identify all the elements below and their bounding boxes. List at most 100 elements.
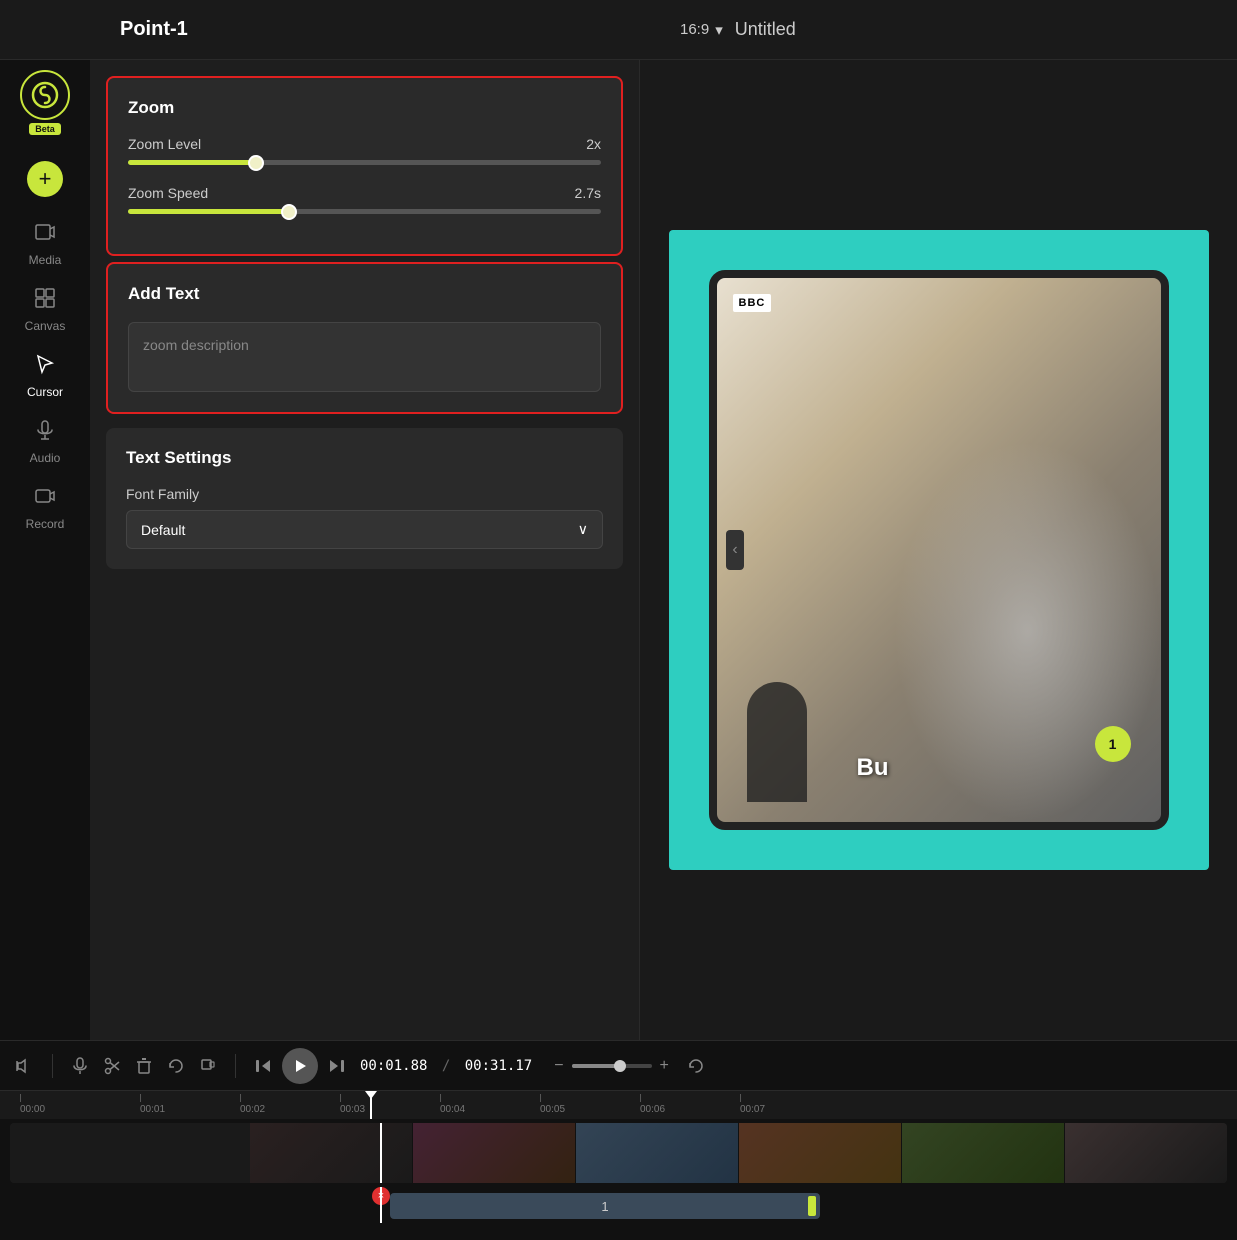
ruler-mark-6: 00:06 [640,1094,740,1115]
zoom-speed-label-row: Zoom Speed 2.7s [128,185,601,201]
record-icon [34,485,56,513]
sidebar-item-cursor-label: Cursor [27,385,63,399]
zoom-level-fill [128,160,256,165]
sidebar-item-cursor[interactable]: Cursor [0,345,90,407]
skip-back-button[interactable] [254,1057,272,1075]
page-title: Point-1 [120,18,188,41]
add-text-section: Add Text zoom description [106,262,623,414]
main-with-collapse: Zoom Zoom Level 2x Zoom Speed 2.7s [90,60,1237,1040]
zoom-in-button[interactable]: + [660,1057,669,1075]
zoom-level-label-row: Zoom Level 2x [128,136,601,152]
text-settings-title: Text Settings [126,448,603,468]
skip-forward-button[interactable] [328,1057,346,1075]
ruler-mark-5: 00:05 [540,1094,640,1115]
logo-area: Beta [20,70,70,135]
sidebar: Beta + Media Canvas Cursor Audio [0,60,90,1040]
font-family-value: Default [141,522,185,538]
zoom-level-thumb[interactable] [248,155,264,171]
top-bar-right: 16:9 ▾ Untitled [640,19,1237,40]
text-settings-section: Text Settings Font Family Default ∨ [106,428,623,569]
zoom-speed-track[interactable] [128,209,601,214]
thumb-1 [250,1123,413,1183]
zoom-speed-value: 2.7s [575,185,601,201]
thumb-5 [902,1123,1065,1183]
zoom-speed-slider-row: Zoom Speed 2.7s [128,185,601,214]
aspect-ratio-label: 16:9 [680,21,709,38]
trash-icon[interactable] [135,1057,153,1075]
sidebar-item-audio[interactable]: Audio [0,411,90,473]
beta-badge: Beta [29,123,61,135]
top-bar-left: Point-1 [0,18,640,41]
sidebar-item-record[interactable]: Record [0,477,90,539]
toolbar-separator-1 [52,1054,53,1078]
add-button[interactable]: + [27,161,63,197]
sidebar-item-canvas[interactable]: Canvas [0,279,90,341]
left-panel: Zoom Zoom Level 2x Zoom Speed 2.7s [90,60,640,1040]
total-time: 00:31.17 [465,1058,532,1074]
annotation-item[interactable]: 1 [390,1193,820,1219]
zoom-speed-thumb[interactable] [281,204,297,220]
thumb-2 [413,1123,576,1183]
playback-controls [254,1048,346,1084]
thumb-4 [739,1123,902,1183]
canvas-icon [34,287,56,315]
zoom-level-slider-row: Zoom Level 2x [128,136,601,165]
ruler-marks-container: 00:00 00:01 00:02 00:03 00:04 00:05 [10,1094,1237,1115]
refresh-icon[interactable] [167,1057,185,1075]
play-button[interactable] [282,1048,318,1084]
ruler-mark-4: 00:04 [440,1094,540,1115]
thumb-6 [1065,1123,1227,1183]
ruler-mark-7: 00:07 [740,1094,840,1115]
timeline-zoom-track[interactable] [572,1064,652,1068]
zoom-speed-fill [128,209,289,214]
main-content: Beta + Media Canvas Cursor Audio [0,60,1237,1040]
text-input-area[interactable]: zoom description [128,322,601,392]
time-display: 00:01.88 / 00:31.17 [360,1058,532,1074]
volume-icon[interactable] [16,1057,34,1075]
scissors-icon[interactable] [103,1057,121,1075]
zoom-speed-label: Zoom Speed [128,185,208,201]
tablet-screen: BBC Bu 1 [717,278,1161,822]
sidebar-item-media[interactable]: Media [0,213,90,275]
sidebar-item-record-label: Record [26,517,65,531]
ruler-mark-0: 00:00 [20,1094,140,1115]
zoom-section: Zoom Zoom Level 2x Zoom Speed 2.7s [106,76,623,256]
collapse-button[interactable]: ‹ [726,530,744,570]
timeline-refresh-icon[interactable] [687,1057,705,1075]
zoom-section-title: Zoom [128,98,601,118]
dark-figure [747,682,807,802]
media-icon [34,221,56,249]
teal-background: BBC Bu 1 [669,230,1209,870]
cursor-icon [34,353,56,381]
timeline-zoom-controls: − + [554,1057,669,1075]
sidebar-item-media-label: Media [29,253,62,267]
stop-record-icon[interactable] [199,1057,217,1075]
bbc-logo: BBC [733,294,772,312]
timeline-area: 00:01.88 / 00:31.17 − + 00:00 [0,1040,1237,1240]
timeline-zoom-fill [572,1064,620,1068]
zoom-level-track[interactable] [128,160,601,165]
logo-icon [31,81,59,109]
timeline-toolbar: 00:01.88 / 00:31.17 − + [0,1041,1237,1091]
video-track-playhead [380,1123,382,1183]
sidebar-item-audio-label: Audio [30,451,61,465]
current-time: 00:01.88 [360,1058,427,1074]
video-track [10,1123,1227,1183]
timeline-zoom-thumb[interactable] [614,1060,626,1072]
project-name: Untitled [735,19,796,40]
zoom-out-button[interactable]: − [554,1057,563,1075]
annotation-label: 1 [601,1199,608,1214]
smoke-overlay [894,441,1160,822]
thumb-3 [576,1123,739,1183]
video-track-empty-segment [10,1123,250,1183]
aspect-ratio-button[interactable]: 16:9 ▾ [680,21,723,39]
text-overlay-bu: Bu [857,754,889,782]
aspect-ratio-chevron: ▾ [715,21,723,39]
font-family-label: Font Family [126,486,603,502]
ruler-mark-3: 00:03 [340,1094,440,1115]
playhead-triangle-ruler [365,1091,377,1099]
microphone-icon[interactable] [71,1057,89,1075]
font-family-select[interactable]: Default ∨ [126,510,603,549]
ruler-mark-2: 00:02 [240,1094,340,1115]
zoom-level-label: Zoom Level [128,136,201,152]
